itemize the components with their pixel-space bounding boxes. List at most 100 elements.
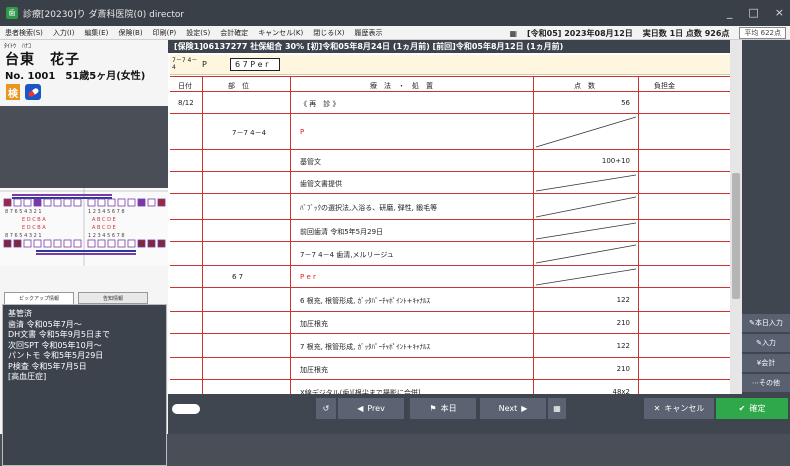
- row-treatment: 加圧根充: [300, 366, 328, 374]
- header-code: P: [202, 60, 207, 69]
- row-points: 210: [616, 365, 630, 373]
- row-treatment: 前回歯清 令和5年5月29日: [300, 228, 384, 236]
- bottom-bar: ↺ ◀ Prev ⚑ 本日 Next ▶ ▦ ✕ キャンセル ✔ 確定: [168, 394, 790, 434]
- entry-header[interactable]: 7－7 4－4 P 6 7 P e r: [170, 55, 730, 75]
- table-row[interactable]: 8/12 《 再 診 》 56: [170, 92, 730, 114]
- table-row[interactable]: 加圧根充 210: [170, 358, 730, 380]
- next-icon: ▶: [521, 404, 528, 413]
- window-title: 診療[20230]り ダ斎科医院(0) director: [23, 9, 185, 20]
- title-bar: 歯 診療[20230]り ダ斎科医院(0) director _ □ ×: [0, 0, 790, 26]
- undo-button[interactable]: ↺: [316, 398, 336, 419]
- col-date: 日付: [178, 82, 192, 90]
- row-treatment: 加圧根充: [300, 320, 328, 328]
- medication-icon[interactable]: [25, 84, 41, 100]
- menu-item-close[interactable]: 閉じる(X): [308, 28, 349, 38]
- calendar-button[interactable]: ▦: [548, 398, 566, 419]
- row-site: 6 7: [232, 273, 244, 281]
- check-icon: ✔: [738, 404, 746, 413]
- menu-item-history[interactable]: 履歴表示: [350, 28, 388, 38]
- tab-notice[interactable]: 告知情報: [78, 292, 148, 304]
- cancel-button[interactable]: ✕ キャンセル: [644, 398, 714, 419]
- row-treatment: P e r: [300, 273, 316, 281]
- today-button[interactable]: ⚑ 本日: [410, 398, 476, 419]
- dental-chart-graphic: 8 7 6 5 4 3 2 1 1 2 3 4 5 6 7 8 E D C B A…: [0, 188, 168, 266]
- action-panel: ✎ 本日入力 ✎ 入力 ¥ 会計 ⋯ その他: [742, 40, 790, 394]
- window-controls: _ □ ×: [727, 6, 784, 19]
- row-points: 210: [616, 319, 630, 327]
- table-row[interactable]: 加圧根充 210: [170, 312, 730, 334]
- row-treatment: 《 再 診 》: [300, 100, 340, 108]
- table-row[interactable]: 7－7 4－4 P: [170, 114, 730, 150]
- other-button[interactable]: ⋯ その他: [742, 374, 790, 393]
- menu-item-edit[interactable]: 編集(E): [79, 28, 113, 38]
- col-copay: 負担金: [654, 82, 675, 90]
- minimize-button[interactable]: _: [727, 6, 733, 19]
- table-row[interactable]: 基管文 100+10: [170, 150, 730, 172]
- row-site: 7－7 4－4: [232, 129, 267, 137]
- header-tooth: 7－7 4－4: [172, 57, 198, 71]
- table-row[interactable]: 歯管文書提供: [170, 172, 730, 194]
- col-site: 部 位: [228, 82, 249, 90]
- table-row[interactable]: X線デジタル(歯)[根尖まで撮影に合併] 48x2: [170, 380, 730, 394]
- header-entry[interactable]: 6 7 P e r: [230, 58, 280, 71]
- undo-icon: ↺: [322, 404, 330, 413]
- slash-mark: [535, 268, 637, 286]
- pickup-line: DH文書 令和5年9月5日まで: [8, 330, 110, 339]
- tab-pickup[interactable]: ピックアップ情報: [4, 292, 74, 304]
- exam-badge[interactable]: 検: [6, 84, 20, 100]
- next-button[interactable]: Next ▶: [480, 398, 546, 419]
- table-row[interactable]: 前回歯清 令和5年5月29日: [170, 220, 730, 242]
- confirm-button[interactable]: ✔ 確定: [716, 398, 788, 419]
- slash-mark: [535, 116, 637, 148]
- menu-item-patient-search[interactable]: 患者検索(S): [0, 28, 48, 38]
- left-tabs: ピックアップ情報 告知情報: [0, 292, 168, 304]
- patient-photo-area: [0, 106, 168, 188]
- row-treatment: ﾊﾞﾌﾞｯｸの選択法,入浴る、研磨, 弾性, 鍛毛等: [300, 204, 438, 212]
- menu-item-input[interactable]: 入力(I): [48, 28, 80, 38]
- prev-button[interactable]: ◀ Prev: [338, 398, 404, 419]
- row-treatment: 7 根充, 根管形成, ｶﾞｯﾀﾊﾟｰﾁｬﾎﾟｲﾝﾄ+ｷｬﾅﾙｽ: [300, 343, 430, 351]
- average-points-box: 平均 622点: [739, 27, 786, 39]
- today-input-button[interactable]: ✎ 本日入力: [742, 314, 790, 333]
- close-button[interactable]: ×: [775, 6, 784, 19]
- table-row[interactable]: 6 根充, 根管形成, ｶﾞｯﾀﾊﾟｰﾁｬﾎﾟｲﾝﾄ+ｷｬﾅﾙｽ 122: [170, 288, 730, 312]
- maximize-button[interactable]: □: [748, 6, 758, 19]
- row-treatment: P: [300, 128, 305, 136]
- input-button[interactable]: ✎ 入力: [742, 334, 790, 353]
- menu-item-cancel[interactable]: キャンセル(K): [253, 28, 308, 38]
- table-row[interactable]: ﾊﾞﾌﾞｯｸの選択法,入浴る、研磨, 弾性, 鍛毛等: [170, 194, 730, 220]
- slash-mark: [535, 174, 637, 192]
- table-row[interactable]: 7－7 4－4 歯清,メルリージュ: [170, 242, 730, 266]
- menu-item-settings[interactable]: 設定(S): [181, 28, 215, 38]
- menu-item-billing[interactable]: 会計確定: [215, 28, 253, 38]
- visit-date: [令和05] 2023年08月12日: [527, 28, 633, 38]
- table-row[interactable]: 6 7 P e r: [170, 266, 730, 288]
- svg-text:1 2 3 4 5 6 7 8: 1 2 3 4 5 6 7 8: [88, 209, 125, 215]
- vertical-scrollbar[interactable]: [730, 40, 742, 394]
- pickup-line: P検査 令和5年7月5日: [8, 361, 87, 371]
- menu-bar: 患者検索(S) 入力(I) 編集(E) 保険(B) 印刷(P) 設定(S) 会計…: [0, 26, 790, 40]
- menu-item-print[interactable]: 印刷(P): [148, 28, 182, 38]
- row-points: 100+10: [601, 157, 630, 165]
- svg-text:8 7 6 5 4 3 2 1: 8 7 6 5 4 3 2 1: [5, 233, 42, 239]
- row-points: 122: [616, 342, 630, 350]
- pickup-line: 歯清 令和05年7月～: [8, 319, 82, 329]
- pickup-line: [高血圧症]: [8, 372, 47, 381]
- svg-text:8 7 6 5 4 3 2 1: 8 7 6 5 4 3 2 1: [5, 209, 42, 215]
- billing-button[interactable]: ¥ 会計: [742, 354, 790, 373]
- insurance-bar[interactable]: [保険1]06137277 社保組合 30% [初]令和05年8月24日 (1ヵ…: [168, 40, 730, 53]
- row-treatment: 歯管文書提供: [300, 180, 342, 188]
- svg-text:E D C B A: E D C B A: [22, 225, 46, 231]
- patient-name: 台東 花子: [5, 52, 80, 68]
- app-icon: 歯: [6, 7, 18, 19]
- svg-text:1 2 3 4 5 6 7 8: 1 2 3 4 5 6 7 8: [88, 233, 125, 239]
- dental-chart[interactable]: 8 7 6 5 4 3 2 1 1 2 3 4 5 6 7 8 E D C B A…: [0, 188, 168, 266]
- slash-mark: [535, 244, 637, 264]
- menu-item-insurance[interactable]: 保険(B): [113, 28, 147, 38]
- scrollbar-thumb[interactable]: [732, 173, 740, 299]
- table-row[interactable]: 7 根充, 根管形成, ｶﾞｯﾀﾊﾟｰﾁｬﾎﾟｲﾝﾄ+ｷｬﾅﾙｽ 122: [170, 334, 730, 358]
- menu-status: ▦ [令和05] 2023年08月12日 実日数 1日 点数 926点 平均 6…: [509, 26, 786, 40]
- row-treatment: 6 根充, 根管形成, ｶﾞｯﾀﾊﾟｰﾁｬﾎﾟｲﾝﾄ+ｷｬﾅﾙｽ: [300, 297, 430, 305]
- svg-text:E D C B A: E D C B A: [22, 217, 46, 223]
- row-treatment: 7－7 4－4 歯清,メルリージュ: [300, 251, 394, 259]
